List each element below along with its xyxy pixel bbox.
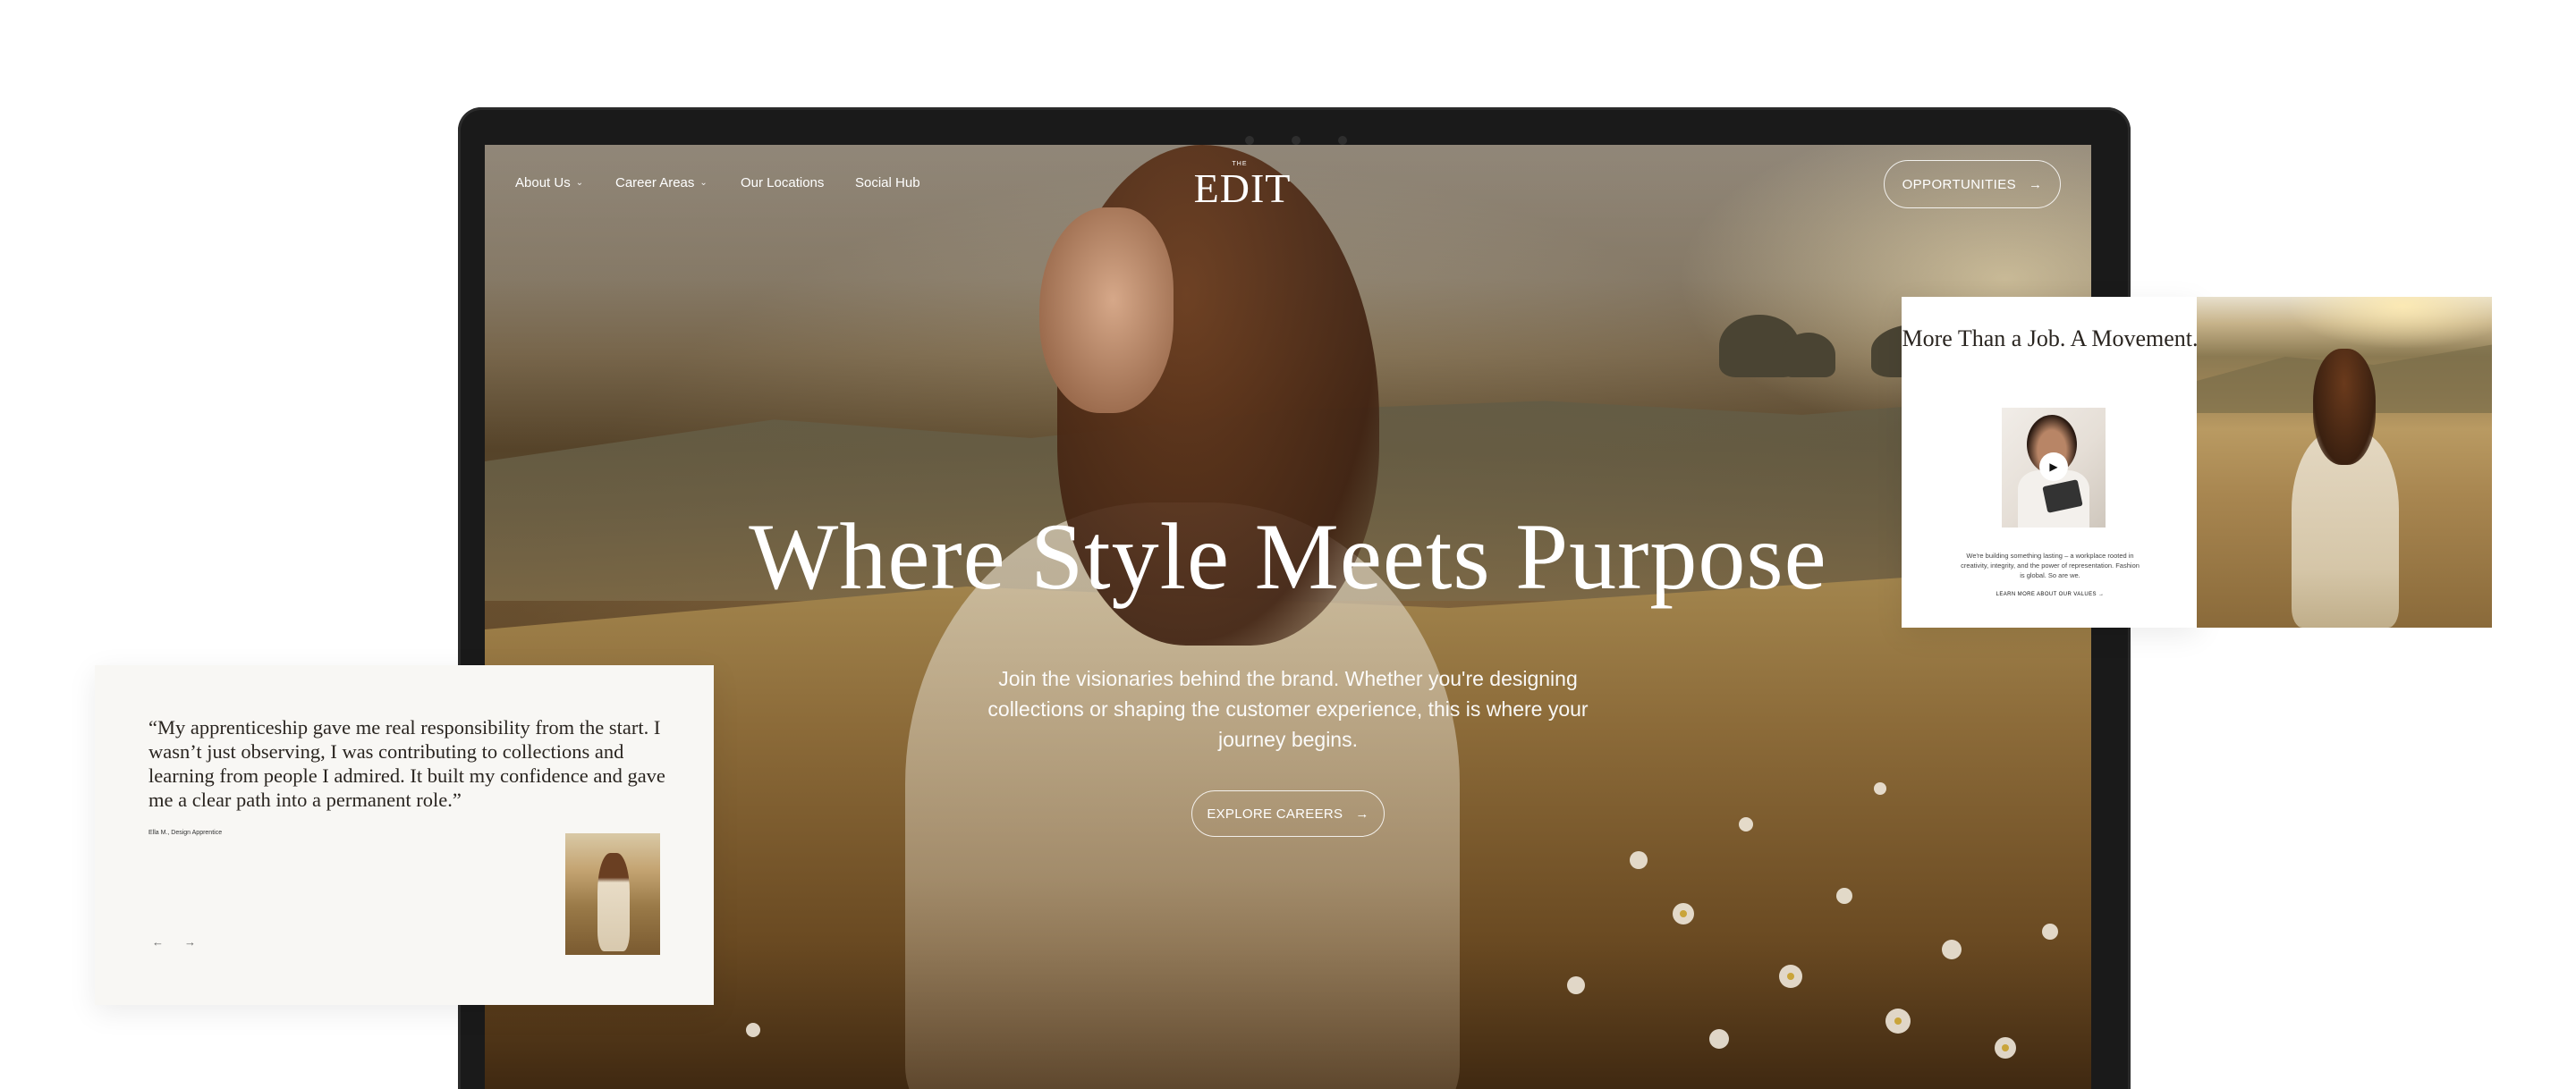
nav-social-hub-label: Social Hub — [855, 175, 920, 190]
explore-careers-button-label: EXPLORE CAREERS — [1207, 806, 1343, 822]
nav-our-locations[interactable]: Our Locations — [741, 175, 824, 190]
movement-card-body: We're building something lasting – a wor… — [1961, 552, 2140, 579]
testimonial-photo — [565, 833, 660, 955]
movement-video-thumbnail[interactable]: ▶ — [2002, 408, 2106, 528]
nav-career-areas-label: Career Areas — [615, 175, 695, 190]
testimonial-card: “My apprenticeship gave me real responsi… — [95, 665, 714, 1005]
testimonial-author: Ella M., Design Apprentice — [148, 830, 223, 836]
hero-subtitle: Join the visionaries behind the brand. W… — [987, 667, 1589, 751]
opportunities-button-label: OPPORTUNITIES — [1902, 176, 2017, 192]
arrow-right-icon: → — [2029, 176, 2043, 192]
nav-about-us-label: About Us — [515, 175, 571, 190]
arrow-right-icon: → — [2097, 592, 2105, 597]
testimonial-quote: “My apprenticeship gave me real responsi… — [148, 716, 665, 811]
hero-screen: About Us ⌄ Career Areas ⌄ Our Locations … — [485, 145, 2091, 1089]
values-link[interactable]: LEARN MORE ABOUT OUR VALUES → — [1902, 592, 2199, 597]
nav-our-locations-label: Our Locations — [741, 175, 825, 190]
nav-social-hub[interactable]: Social Hub — [855, 175, 920, 190]
movement-card: More Than a Job. A Movement. ▶ We're bui… — [1902, 297, 2199, 628]
hero-title: Where Style Meets Purpose — [749, 504, 1827, 609]
opportunities-button[interactable]: OPPORTUNITIES → — [1884, 160, 2061, 208]
camera-dot — [1338, 136, 1347, 145]
movement-card-title: More Than a Job. A Movement. — [1902, 325, 2199, 351]
play-icon[interactable]: ▶ — [2039, 452, 2068, 481]
arrow-left-icon[interactable]: ← — [152, 935, 164, 949]
chevron-down-icon: ⌄ — [575, 178, 584, 188]
camera-dot — [1245, 136, 1254, 145]
nav-about-us[interactable]: About Us ⌄ — [515, 175, 583, 190]
values-link-label: LEARN MORE ABOUT OUR VALUES — [1996, 592, 2097, 597]
brand-logo[interactable]: EDIT — [1184, 165, 1301, 212]
side-photo — [2197, 297, 2492, 628]
explore-careers-button[interactable]: EXPLORE CAREERS → — [1191, 790, 1385, 837]
nav-career-areas[interactable]: Career Areas ⌄ — [615, 175, 708, 190]
hero-model-face — [1039, 207, 1174, 413]
chevron-down-icon: ⌄ — [699, 178, 708, 188]
arrow-right-icon[interactable]: → — [184, 935, 196, 949]
arrow-right-icon: → — [1355, 806, 1369, 822]
camera-dot — [1292, 136, 1301, 145]
